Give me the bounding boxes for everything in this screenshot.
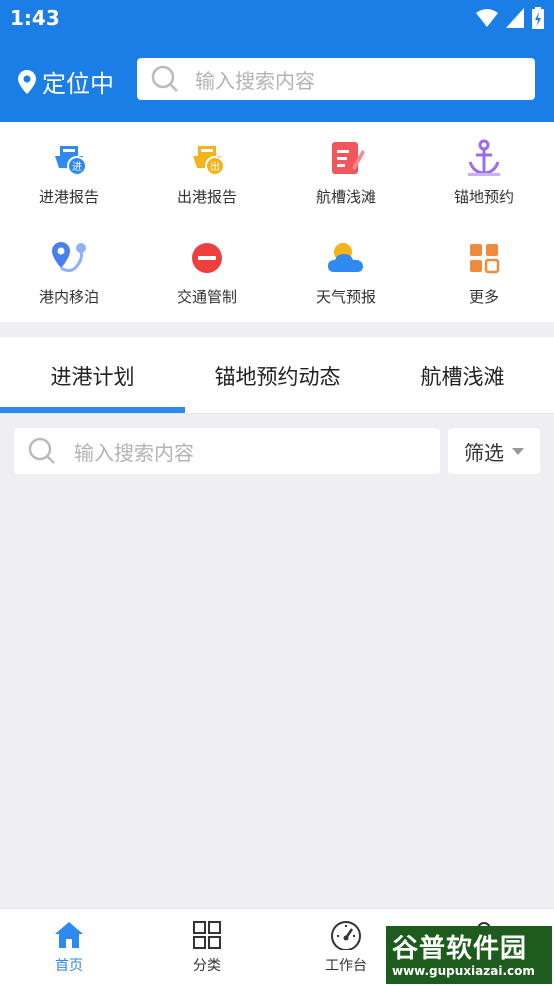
- nav-label: 首页: [55, 958, 83, 974]
- watermark-url: www.gupuxiazai.com: [392, 964, 535, 978]
- weather-icon: [326, 238, 366, 278]
- tab-anchorage-booking-news[interactable]: 锚地预约动态: [185, 337, 370, 414]
- top-search-input[interactable]: 输入搜索内容: [137, 58, 535, 100]
- grid-item-anchorage-booking[interactable]: 锚地预约: [415, 138, 553, 228]
- svg-text:进: 进: [72, 161, 82, 173]
- no-entry-icon: [187, 238, 227, 278]
- grid-item-more[interactable]: 更多: [415, 238, 553, 328]
- ship-out-icon: 出: [187, 138, 227, 178]
- search-icon: [28, 437, 55, 464]
- grid-item-weather[interactable]: 天气预报: [277, 238, 415, 328]
- watermark-text: 谷普软件园: [392, 934, 528, 964]
- grid-label: 出港报告: [176, 188, 237, 206]
- status-bar: 1:43: [0, 0, 554, 38]
- signal-icon: [506, 8, 524, 28]
- grid-item-port-exit[interactable]: 出 出港报告: [138, 138, 276, 228]
- grid-label: 进港报告: [38, 188, 99, 206]
- grid-label: 天气预报: [315, 288, 376, 306]
- watermark-logo: 谷普软件园 www.gupuxiazai.com: [386, 926, 552, 984]
- status-icons: [476, 7, 544, 29]
- more-grid-icon: [464, 238, 504, 278]
- grid-item-port-entry[interactable]: 进 进港报告: [0, 138, 138, 228]
- list-search-input[interactable]: 输入搜索内容: [14, 428, 440, 474]
- grid-item-berth-shift[interactable]: 港内移泊: [0, 238, 138, 328]
- top-header: 定位中 输入搜索内容: [0, 38, 554, 122]
- map-route-icon: [49, 238, 89, 278]
- status-time: 1:43: [10, 6, 60, 30]
- svg-text:出: 出: [210, 160, 220, 173]
- edit-doc-icon: [326, 138, 366, 178]
- grid-label: 航槽浅滩: [315, 188, 376, 206]
- tab-channel-shoal[interactable]: 航槽浅滩: [370, 337, 554, 414]
- grid-label: 交通管制: [176, 288, 237, 306]
- tab-port-entry-plan[interactable]: 进港计划: [0, 337, 185, 414]
- tab-bar: 进港计划 锚地预约动态 航槽浅滩: [0, 337, 554, 414]
- filter-label: 筛选: [464, 440, 504, 465]
- nav-label: 分类: [193, 958, 221, 974]
- search-placeholder: 输入搜索内容: [195, 68, 315, 93]
- tab-indicator: [0, 407, 185, 413]
- caret-down-icon: [512, 447, 524, 455]
- function-grid: 进 进港报告 出 出港报告 航槽浅滩 锚地预约 港内移泊 交通管制 天气预报 更…: [0, 122, 554, 322]
- home-icon: [55, 922, 83, 948]
- search-placeholder: 输入搜索内容: [74, 440, 194, 465]
- search-icon: [151, 65, 178, 92]
- grid-label: 港内移泊: [38, 288, 99, 306]
- grid-item-channel-shoal[interactable]: 航槽浅滩: [277, 138, 415, 228]
- grid-label: 更多: [468, 288, 499, 306]
- grid-item-traffic-control[interactable]: 交通管制: [138, 238, 276, 328]
- nav-category[interactable]: 分类: [138, 919, 276, 975]
- filter-button[interactable]: 筛选: [448, 428, 540, 474]
- location-pin-icon: [18, 69, 36, 94]
- nav-home[interactable]: 首页: [0, 919, 138, 975]
- location-label: 定位中: [42, 70, 114, 98]
- ship-in-icon: 进: [49, 138, 89, 178]
- grid-label: 锚地预约: [453, 188, 514, 206]
- battery-icon: [532, 7, 544, 29]
- dashboard-icon: [331, 921, 361, 950]
- location-button[interactable]: 定位中: [18, 64, 114, 99]
- wifi-icon: [476, 9, 498, 27]
- category-icon: [193, 921, 221, 949]
- anchor-icon: [464, 138, 504, 178]
